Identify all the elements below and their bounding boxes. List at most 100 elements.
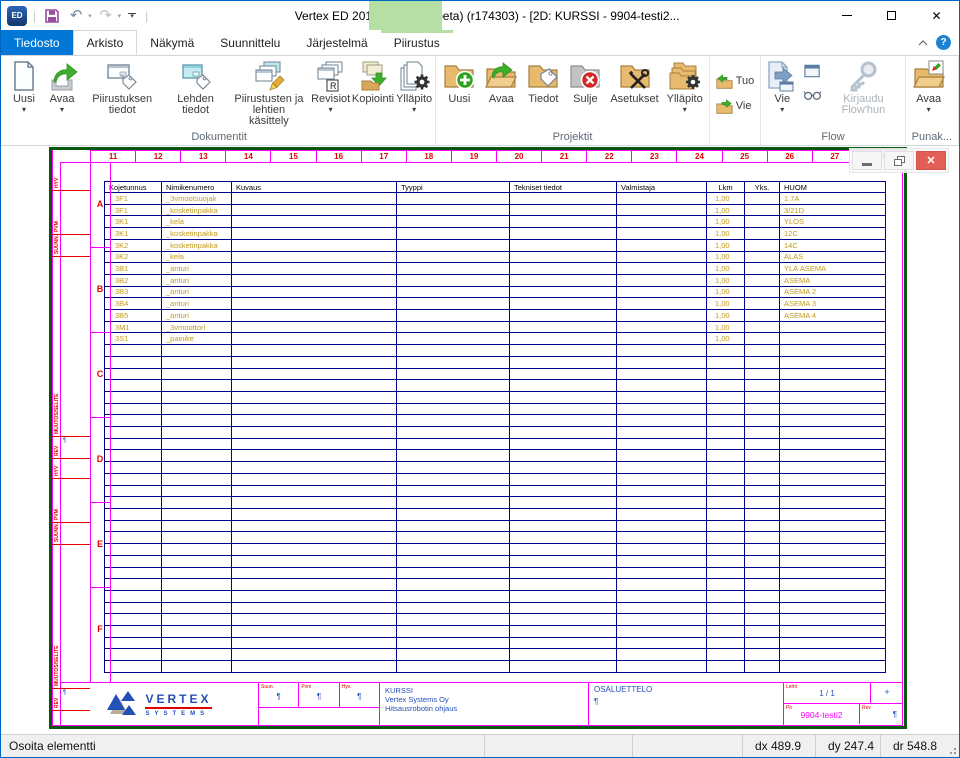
table-cell	[397, 450, 510, 462]
table-cell	[510, 520, 617, 532]
projektit-ylläpito-button[interactable]: Ylläpito▾	[664, 57, 706, 114]
tab-arkisto[interactable]: Arkisto	[73, 30, 138, 55]
frame-line	[902, 150, 903, 726]
close-button[interactable]: ✕	[914, 1, 959, 30]
glasses-button[interactable]	[803, 87, 822, 103]
table-cell: YLÄ ASEMA	[780, 263, 886, 275]
minimize-button[interactable]	[824, 1, 869, 30]
folders-gear-icon	[668, 59, 702, 93]
projektit-avaa-button[interactable]: Avaa	[481, 57, 521, 105]
table-cell	[510, 216, 617, 228]
table-cell	[617, 579, 707, 591]
app-icon[interactable]: ED	[7, 6, 27, 26]
table-cell	[162, 520, 232, 532]
revision-strip-label: MUUTOS/SELITE	[54, 646, 60, 686]
ruler-number: 16	[316, 151, 361, 162]
group-label: Dokumentit	[5, 131, 433, 145]
table-cell: 1.7A	[780, 193, 886, 205]
table-cell	[510, 555, 617, 567]
sheet-plus-cell: +	[870, 683, 903, 703]
tab-järjestelmä[interactable]: Järjestelmä	[293, 30, 380, 55]
projektit-sulje-button[interactable]: Sulje	[565, 57, 605, 105]
drawing-workspace: 111213141516171819202122232425262728 Koj…	[1, 146, 959, 734]
ribbon-tab-row: TiedostoArkistoNäkymäSuunnitteluJärjeste…	[1, 30, 959, 56]
tab-tiedosto[interactable]: Tiedosto	[1, 30, 73, 55]
collapse-ribbon-icon[interactable]	[918, 40, 928, 46]
tab-suunnittelu[interactable]: Suunnittelu	[207, 30, 293, 55]
table-cell	[232, 590, 397, 602]
table-cell	[105, 602, 162, 614]
button-label: Revisiot	[311, 94, 350, 105]
dokumentit-piirustuksen-tiedot-button[interactable]: Piirustuksen tiedot	[82, 57, 162, 116]
signature-field: Pvm¶	[298, 683, 338, 707]
table-cell: 3F1	[105, 193, 162, 205]
frame-line	[90, 587, 111, 588]
dokumentit-ylläpito-button[interactable]: Ylläpito▾	[396, 57, 433, 114]
table-cell	[397, 497, 510, 509]
mdi-close-button[interactable]: ✕	[916, 151, 946, 170]
dokumentit-piirustusten-ja-lehtien-käsittely-button[interactable]: Piirustusten ja lehtien käsittely	[229, 57, 309, 127]
table-cell	[105, 508, 162, 520]
table-row	[105, 544, 886, 556]
table-cell	[617, 661, 707, 673]
table-cell	[105, 380, 162, 392]
table-cell	[162, 544, 232, 556]
dokumentit-uusi-button[interactable]: Uusi▾	[6, 57, 42, 114]
status-cell-empty	[632, 735, 742, 757]
dropdown-arrow-icon: ▾	[780, 106, 784, 114]
table-cell	[745, 649, 780, 661]
import-export-vie-button[interactable]: Vie	[712, 97, 759, 116]
tab-näkymä[interactable]: Näkymä	[137, 30, 207, 55]
table-cell	[780, 345, 886, 357]
import-export-tuo-button[interactable]: Tuo	[712, 72, 759, 91]
dokumentit-revisiot-button[interactable]: RRevisiot▾	[311, 57, 350, 114]
table-cell	[780, 637, 886, 649]
table-cell	[397, 380, 510, 392]
dokumentit-kopiointi-button[interactable]: Kopiointi	[352, 57, 394, 105]
projektit-asetukset-button[interactable]: Asetukset	[607, 57, 661, 105]
table-cell	[617, 602, 707, 614]
help-button[interactable]: ?	[936, 35, 951, 50]
table-cell	[397, 555, 510, 567]
projektit-tiedot-button[interactable]: Tiedot	[523, 57, 563, 105]
tab-piirustus[interactable]: Piirustus	[381, 30, 453, 55]
undo-button[interactable]: ↶	[66, 6, 86, 26]
table-cell: ASEMA 3	[780, 298, 886, 310]
ruler-number: 12	[135, 151, 180, 162]
mdi-restore-button[interactable]	[884, 151, 914, 170]
projektit-uusi-button[interactable]: Uusi	[439, 57, 479, 105]
window-button[interactable]	[803, 63, 822, 79]
resize-grip[interactable]	[945, 735, 959, 757]
table-row	[105, 555, 886, 567]
punak-avaa-button[interactable]: Avaa▾	[909, 57, 949, 114]
dropdown-arrow-icon: ▾	[329, 106, 333, 114]
table-cell	[162, 438, 232, 450]
table-cell: 3B2	[105, 274, 162, 286]
flow-vie-button[interactable]: Vie▾	[764, 57, 800, 114]
maximize-button[interactable]	[869, 1, 914, 30]
table-row	[105, 637, 886, 649]
dokumentit-lehden-tiedot-button[interactable]: Lehden tiedot	[164, 57, 226, 116]
table-cell	[745, 462, 780, 474]
customize-quick-access-button[interactable]: ▾	[125, 13, 139, 19]
table-cell	[232, 520, 397, 532]
table-cell	[745, 614, 780, 626]
sheets-edit-icon	[252, 59, 286, 93]
undo-dropdown-icon[interactable]: ▾	[88, 12, 92, 20]
mdi-minimize-button[interactable]	[852, 151, 882, 170]
save-button[interactable]	[42, 6, 62, 26]
table-cell	[707, 485, 745, 497]
table-cell	[510, 356, 617, 368]
signature-field: Hyv.¶	[339, 683, 379, 707]
drawing-canvas[interactable]: 111213141516171819202122232425262728 Koj…	[49, 147, 907, 729]
table-cell	[707, 555, 745, 567]
table-cell: 3K1	[105, 228, 162, 240]
dokumentit-avaa-button[interactable]: Avaa▾	[44, 57, 80, 114]
table-cell: 1,00	[707, 263, 745, 275]
table-cell	[745, 286, 780, 298]
button-label: Tiedot	[528, 94, 558, 105]
revision-cell: Rev ¶	[859, 704, 903, 724]
zone-letter: A	[90, 199, 110, 209]
column-header: Tyyppi	[397, 182, 510, 193]
dropdown-arrow-icon: ▾	[60, 106, 64, 114]
